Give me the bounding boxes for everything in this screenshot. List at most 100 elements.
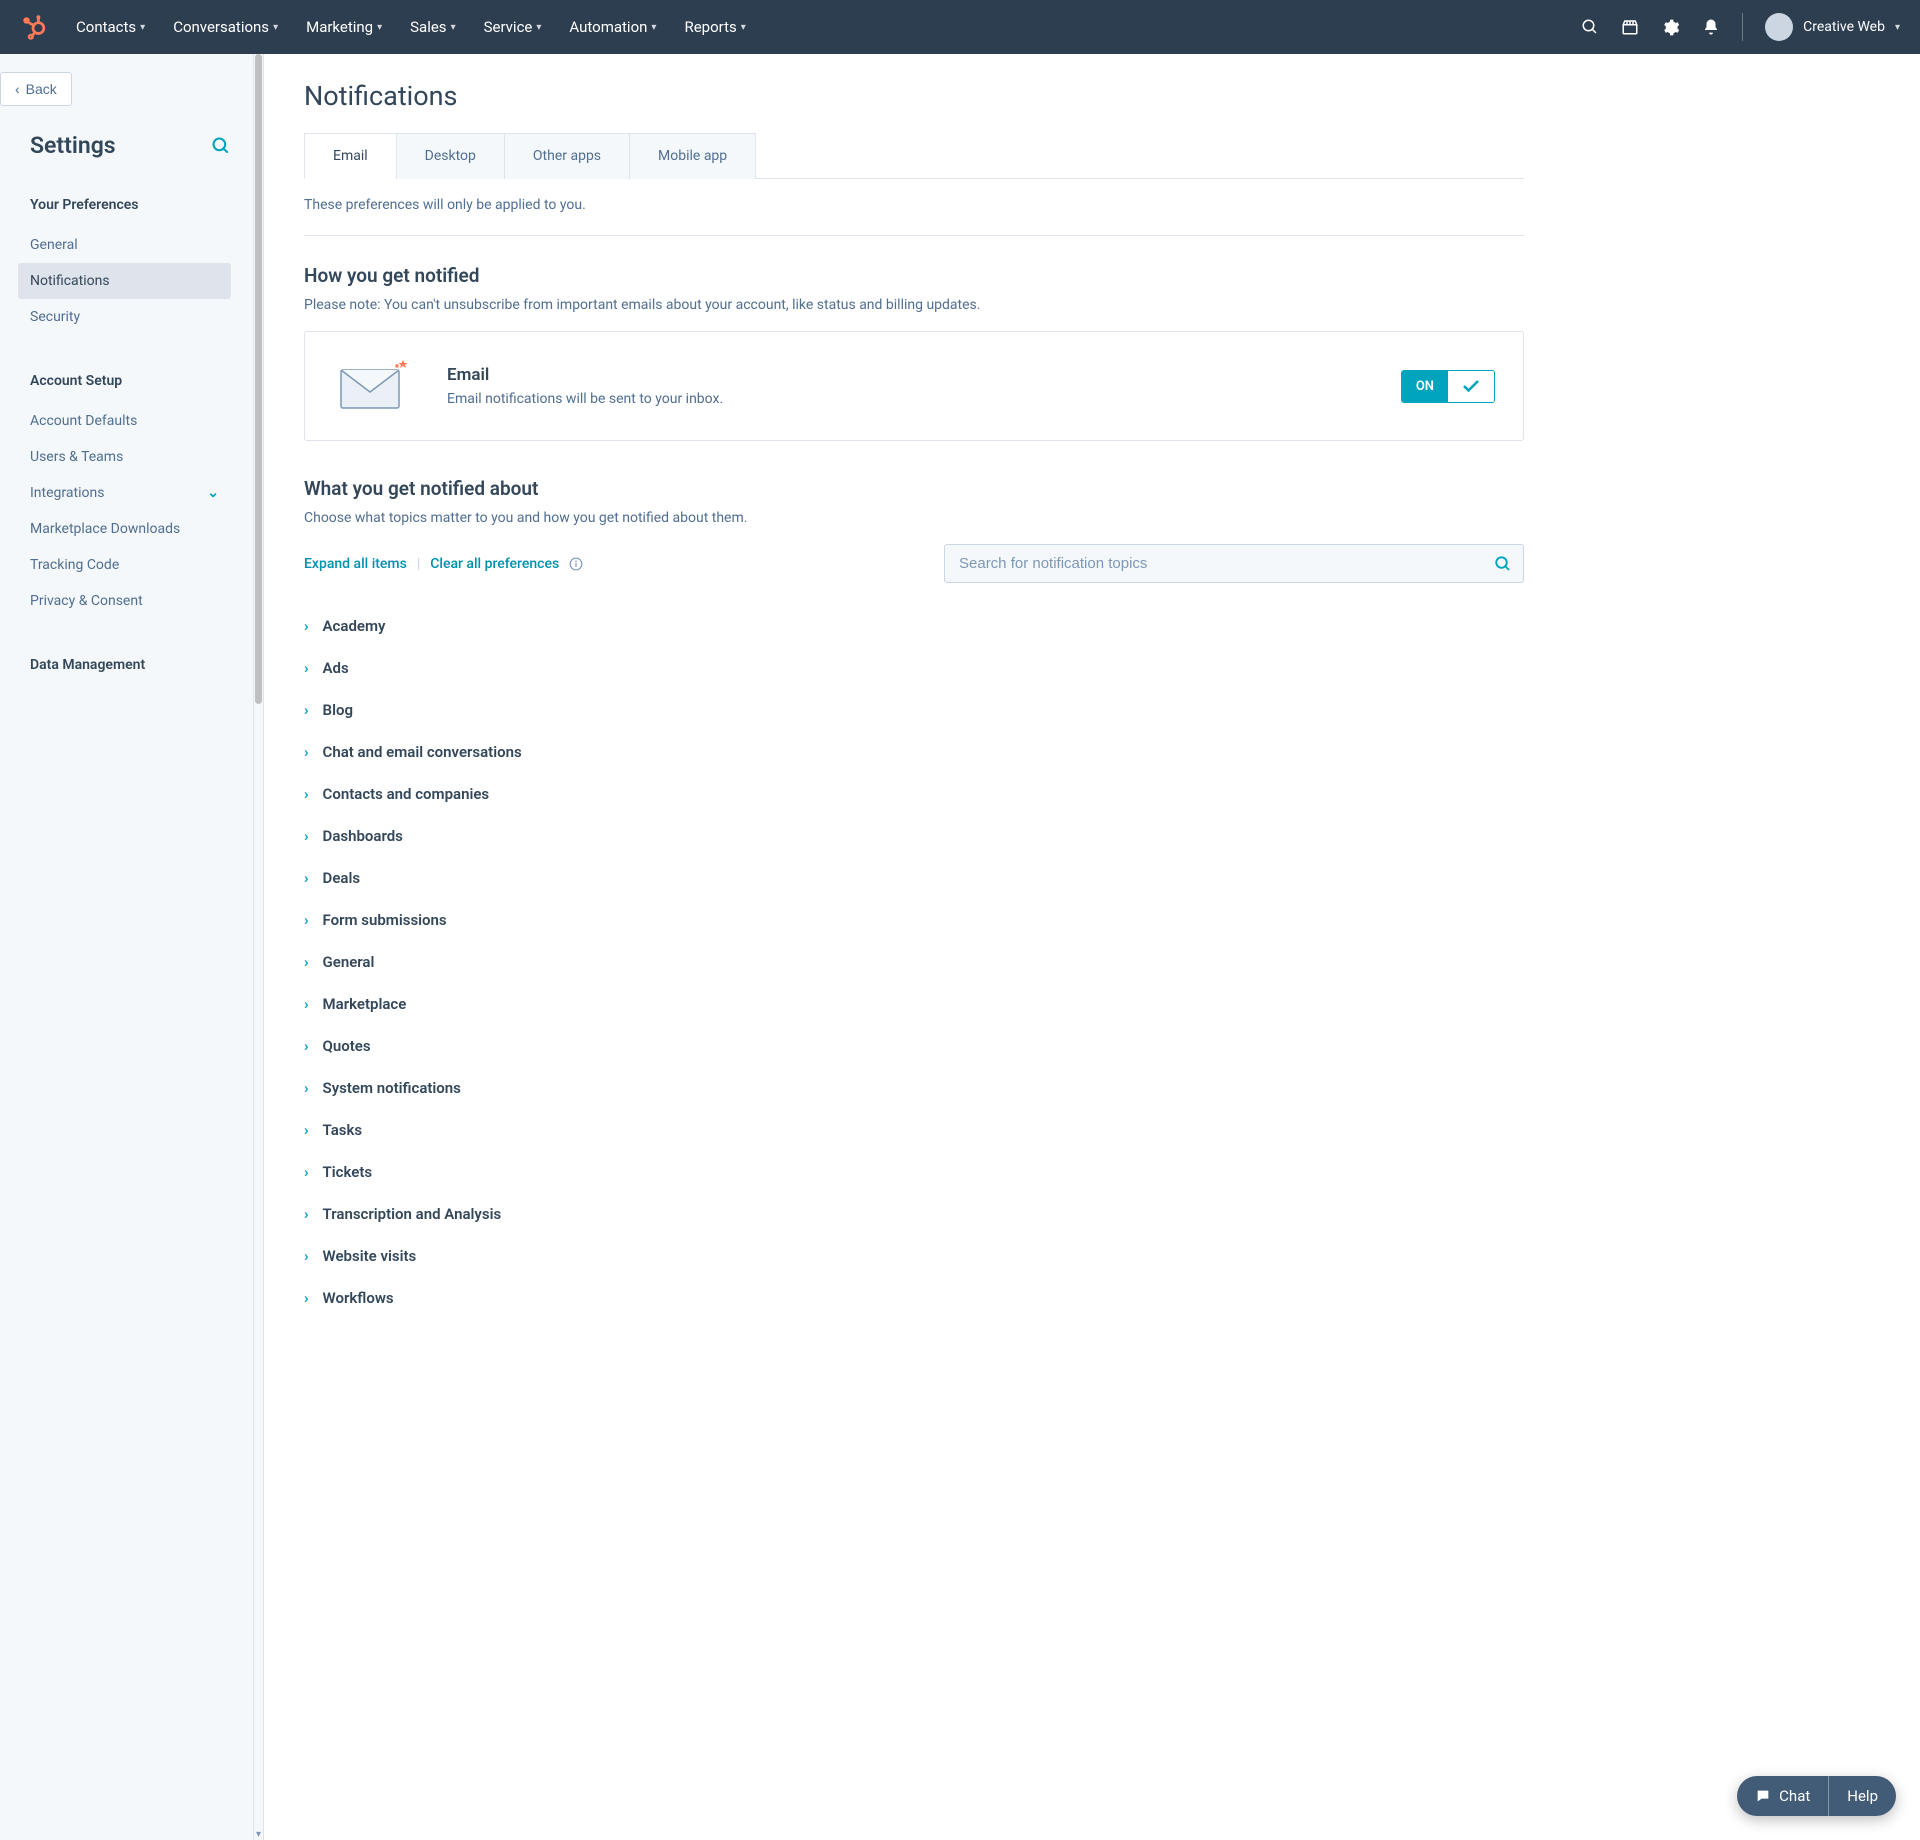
nav-item-marketing[interactable]: Marketing▾ — [306, 18, 382, 36]
nav-item-label: Conversations — [173, 18, 269, 36]
tab-desktop[interactable]: Desktop — [396, 133, 505, 179]
marketplace-icon[interactable] — [1621, 18, 1639, 36]
sidebar-nav-list: GeneralNotificationsSecurity — [30, 227, 231, 335]
topic-deals[interactable]: ›Deals — [304, 857, 1524, 899]
sidebar: ‹ Back Settings Your Preferences GeneralN… — [0, 54, 254, 1840]
top-nav: Contacts▾Conversations▾Marketing▾Sales▾S… — [0, 0, 1920, 54]
chevron-right-icon: › — [304, 1037, 309, 1055]
back-button[interactable]: ‹ Back — [0, 72, 72, 106]
divider — [304, 235, 1524, 236]
topic-label: Tickets — [323, 1163, 373, 1181]
chevron-right-icon: › — [304, 995, 309, 1013]
topic-label: Transcription and Analysis — [323, 1205, 502, 1223]
search-input[interactable] — [944, 544, 1524, 583]
info-icon[interactable] — [569, 557, 583, 571]
scroll-down-icon[interactable]: ▾ — [254, 1829, 263, 1840]
topic-quotes[interactable]: ›Quotes — [304, 1025, 1524, 1067]
sidebar-group-title: Data Management — [30, 657, 231, 673]
sidebar-item-notifications[interactable]: Notifications — [18, 263, 231, 299]
chat-button[interactable]: Chat — [1737, 1776, 1828, 1816]
topic-label: Marketplace — [323, 995, 407, 1013]
topic-general[interactable]: ›General — [304, 941, 1524, 983]
gear-icon[interactable] — [1661, 18, 1680, 37]
expand-all-link[interactable]: Expand all items — [304, 556, 407, 572]
topic-contacts-and-companies[interactable]: ›Contacts and companies — [304, 773, 1524, 815]
sidebar-item-integrations[interactable]: Integrations⌄ — [18, 475, 231, 511]
how-notified-heading: How you get notified — [304, 264, 1524, 287]
nav-item-label: Service — [484, 18, 533, 36]
sidebar-search-icon[interactable] — [211, 136, 231, 156]
back-label: Back — [26, 81, 57, 97]
tab-mobile-app[interactable]: Mobile app — [629, 133, 756, 179]
nav-item-service[interactable]: Service▾ — [484, 18, 542, 36]
topic-tasks[interactable]: ›Tasks — [304, 1109, 1524, 1151]
nav-item-contacts[interactable]: Contacts▾ — [76, 18, 145, 36]
sidebar-item-general[interactable]: General — [18, 227, 231, 263]
chevron-down-icon: ▾ — [451, 22, 456, 33]
topic-chat-and-email-conversations[interactable]: ›Chat and email conversations — [304, 731, 1524, 773]
chevron-down-icon: ▾ — [377, 22, 382, 33]
topic-marketplace[interactable]: › Marketplace — [304, 983, 1524, 1025]
search-icon[interactable] — [1494, 555, 1512, 573]
clear-preferences-link[interactable]: Clear all preferences — [430, 556, 559, 572]
sidebar-item-label: Privacy & Consent — [30, 593, 143, 609]
chevron-right-icon: › — [304, 1289, 309, 1307]
topic-label: Dashboards — [323, 827, 403, 845]
sidebar-scrollbar[interactable]: ▾ — [254, 54, 264, 1840]
nav-item-sales[interactable]: Sales▾ — [410, 18, 455, 36]
email-toggle[interactable]: ON — [1401, 370, 1495, 403]
how-notified-note: Please note: You can't unsubscribe from … — [304, 297, 1524, 313]
sidebar-group-title: Account Setup — [30, 373, 231, 389]
sidebar-item-privacy-consent[interactable]: Privacy & Consent — [18, 583, 231, 619]
sidebar-item-users-teams[interactable]: Users & Teams — [18, 439, 231, 475]
topic-transcription-and-analysis[interactable]: ›Transcription and Analysis — [304, 1193, 1524, 1235]
help-button[interactable]: Help — [1829, 1776, 1896, 1816]
bell-icon[interactable] — [1702, 18, 1720, 36]
sidebar-item-label: Marketplace Downloads — [30, 521, 180, 537]
account-menu[interactable]: Creative Web ▾ — [1765, 13, 1900, 41]
topic-blog[interactable]: › Blog — [304, 689, 1524, 731]
chevron-down-icon: ▾ — [273, 22, 278, 33]
topic-dashboards[interactable]: › Dashboards — [304, 815, 1524, 857]
chevron-down-icon: ⌄ — [207, 485, 219, 501]
account-name: Creative Web — [1803, 19, 1885, 35]
topic-form-submissions[interactable]: ›Form submissions — [304, 899, 1524, 941]
sidebar-group-title: Your Preferences — [30, 197, 231, 213]
nav-item-reports[interactable]: Reports▾ — [684, 18, 745, 36]
topic-ads[interactable]: ›Ads — [304, 647, 1524, 689]
tab-email[interactable]: Email — [304, 133, 397, 179]
nav-item-label: Automation — [569, 18, 647, 36]
tab-other-apps[interactable]: Other apps — [504, 133, 630, 179]
sidebar-item-label: Tracking Code — [30, 557, 119, 573]
sidebar-item-marketplace-downloads[interactable]: Marketplace Downloads — [18, 511, 231, 547]
chevron-right-icon: › — [304, 827, 309, 845]
topic-label: Blog — [323, 701, 353, 719]
sidebar-title: Settings — [30, 132, 231, 159]
topic-workflows[interactable]: ›Workflows — [304, 1277, 1524, 1319]
chevron-right-icon: › — [304, 869, 309, 887]
sidebar-item-account-defaults[interactable]: Account Defaults — [18, 403, 231, 439]
nav-item-label: Contacts — [76, 18, 136, 36]
topic-system-notifications[interactable]: ›System notifications — [304, 1067, 1524, 1109]
nav-item-automation[interactable]: Automation ▾ — [569, 18, 656, 36]
chevron-right-icon: › — [304, 617, 309, 635]
nav-item-conversations[interactable]: Conversations ▾ — [173, 18, 278, 36]
email-card-title: Email — [447, 365, 723, 385]
sidebar-item-tracking-code[interactable]: Tracking Code — [18, 547, 231, 583]
help-label: Help — [1847, 1787, 1878, 1805]
sidebar-item-security[interactable]: Security — [18, 299, 231, 335]
logo[interactable] — [20, 14, 46, 40]
scrollbar-thumb[interactable] — [255, 54, 262, 704]
topic-academy[interactable]: ›Academy — [304, 605, 1524, 647]
topic-tickets[interactable]: › Tickets — [304, 1151, 1524, 1193]
chevron-down-icon: ▾ — [651, 22, 656, 33]
chevron-right-icon: › — [304, 743, 309, 761]
chevron-left-icon: ‹ — [15, 81, 20, 97]
chevron-right-icon: › — [304, 701, 309, 719]
topic-label: Contacts and companies — [323, 785, 490, 803]
chevron-right-icon: › — [304, 1163, 309, 1181]
topic-website-visits[interactable]: ›Website visits — [304, 1235, 1524, 1277]
sidebar-title-text: Settings — [30, 132, 116, 159]
search-icon[interactable] — [1581, 18, 1599, 36]
content: Notifications EmailDesktopOther appsMobi… — [264, 54, 1564, 1840]
